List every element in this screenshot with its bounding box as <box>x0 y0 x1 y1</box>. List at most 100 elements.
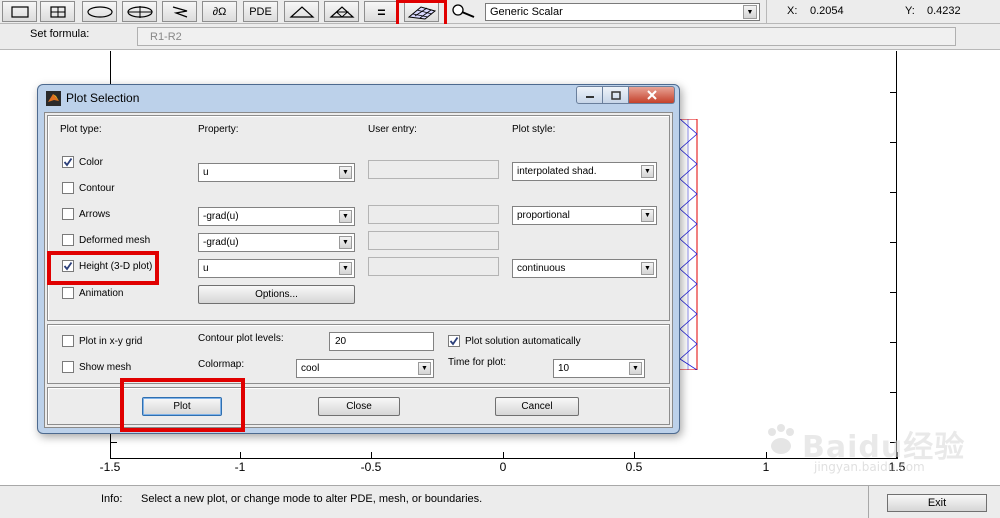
solve-tool[interactable]: = <box>364 1 399 22</box>
maximize-button[interactable] <box>603 86 629 104</box>
boundary-tool[interactable]: ∂Ω <box>202 1 237 22</box>
color-property-select[interactable]: u ▼ <box>198 163 355 182</box>
x-tick-label: -1 <box>234 460 246 474</box>
time-for-plot-select[interactable]: 10 ▼ <box>553 359 645 378</box>
dialog-titlebar[interactable]: Plot Selection <box>38 85 679 111</box>
formula-input[interactable]: R1-R2 <box>137 27 956 46</box>
show-mesh-checkbox-row[interactable]: Show mesh <box>62 361 131 373</box>
rectangle-tool[interactable] <box>2 1 37 22</box>
paw-icon <box>768 424 794 454</box>
color-label: Color <box>79 156 103 168</box>
chevron-down-icon[interactable]: ▼ <box>629 362 642 375</box>
height-property-select[interactable]: u ▼ <box>198 259 355 278</box>
refined-triangle-icon <box>328 5 355 18</box>
color-checkbox[interactable] <box>62 156 74 168</box>
height-style-value: continuous <box>517 263 566 274</box>
ellipse-centered-tool[interactable] <box>122 1 157 22</box>
application-mode-select[interactable]: Generic Scalar ▼ <box>485 3 760 21</box>
deformed-mesh-user-entry[interactable] <box>368 231 499 250</box>
color-style-select[interactable]: interpolated shad. ▼ <box>512 162 657 181</box>
x-tick <box>240 452 241 458</box>
plot-button-highlight <box>120 378 245 432</box>
chevron-down-icon[interactable]: ▼ <box>418 362 431 375</box>
deformed-mesh-property-value: -grad(u) <box>203 237 239 248</box>
chevron-down-icon[interactable]: ▼ <box>339 262 352 275</box>
x-coordinate-label: X: <box>787 5 798 17</box>
chevron-down-icon[interactable]: ▼ <box>339 166 352 179</box>
rectangle-centered-icon <box>49 5 66 18</box>
exit-button[interactable]: Exit <box>887 494 987 512</box>
options-button[interactable]: Options... <box>198 285 355 304</box>
deformed-mesh-property-select[interactable]: -grad(u) ▼ <box>198 233 355 252</box>
watermark: Baidu经验 jingyan.baidu.com <box>762 418 990 488</box>
time-for-plot-value: 10 <box>558 363 570 374</box>
auto-plot-label: Plot solution automatically <box>465 335 581 347</box>
arrows-style-select[interactable]: proportional ▼ <box>512 206 657 225</box>
arrows-property-select[interactable]: -grad(u) ▼ <box>198 207 355 226</box>
colormap-select[interactable]: cool ▼ <box>296 359 434 378</box>
chevron-down-icon[interactable]: ▼ <box>641 262 654 275</box>
contour-levels-input[interactable]: 20 <box>329 332 434 351</box>
show-mesh-label: Show mesh <box>79 361 132 373</box>
y-tick <box>890 242 896 243</box>
checkmark-icon <box>449 336 459 346</box>
plot-type-header: Plot type: <box>60 124 102 135</box>
arrows-label: Arrows <box>79 208 111 220</box>
rectangle-centered-tool[interactable] <box>40 1 75 22</box>
contour-levels-label: Contour plot levels: <box>198 333 284 344</box>
animation-checkbox-row[interactable]: Animation <box>62 287 123 299</box>
contour-checkbox-row[interactable]: Contour <box>62 182 115 194</box>
plot-in-grid-checkbox-row[interactable]: Plot in x-y grid <box>62 335 142 347</box>
color-style-value: interpolated shad. <box>517 166 597 177</box>
deformed-mesh-checkbox-row[interactable]: Deformed mesh <box>62 234 150 246</box>
info-text: Select a new plot, or change mode to alt… <box>141 493 483 505</box>
arrows-checkbox-row[interactable]: Arrows <box>62 208 110 220</box>
chevron-down-icon[interactable]: ▼ <box>339 236 352 249</box>
chevron-down-icon[interactable]: ▼ <box>743 5 757 19</box>
polygon-icon <box>172 5 187 18</box>
init-mesh-tool[interactable] <box>284 1 319 22</box>
deformed-mesh-checkbox[interactable] <box>62 234 74 246</box>
auto-plot-checkbox[interactable] <box>448 335 460 347</box>
auto-plot-checkbox-row[interactable]: Plot solution automatically <box>448 335 581 347</box>
chevron-down-icon[interactable]: ▼ <box>641 165 654 178</box>
y-tick <box>890 192 896 193</box>
color-user-entry[interactable] <box>368 160 499 179</box>
polygon-tool[interactable] <box>162 1 197 22</box>
x-tick-label: -0.5 <box>360 460 382 474</box>
close-window-button[interactable] <box>629 86 675 104</box>
color-checkbox-row[interactable]: Color <box>62 156 103 168</box>
chevron-down-icon[interactable]: ▼ <box>641 209 654 222</box>
colormap-label: Colormap: <box>198 359 245 370</box>
ellipse-tool[interactable] <box>82 1 117 22</box>
plot-style-header: Plot style: <box>512 124 556 135</box>
divider <box>766 0 767 24</box>
ellipse-centered-icon <box>126 5 153 18</box>
x-tick <box>371 452 372 458</box>
animation-checkbox[interactable] <box>62 287 74 299</box>
pde-tool[interactable]: PDE <box>243 1 278 22</box>
y-tick <box>890 292 896 293</box>
zoom-tool[interactable] <box>444 1 479 22</box>
refine-mesh-tool[interactable] <box>324 1 359 22</box>
show-mesh-checkbox[interactable] <box>62 361 74 373</box>
chevron-down-icon[interactable]: ▼ <box>339 210 352 223</box>
close-button[interactable]: Close <box>318 397 400 416</box>
height-option-highlight <box>47 251 159 285</box>
height-user-entry[interactable] <box>368 257 499 276</box>
arrows-user-entry[interactable] <box>368 205 499 224</box>
x-tick <box>110 452 111 458</box>
dialog-title: Plot Selection <box>66 91 140 105</box>
cancel-button[interactable]: Cancel <box>495 397 579 416</box>
plot-in-grid-checkbox[interactable] <box>62 335 74 347</box>
y-coordinate-label: Y: <box>905 5 915 17</box>
maximize-icon <box>610 90 621 100</box>
arrows-checkbox[interactable] <box>62 208 74 220</box>
color-property-value: u <box>203 167 209 178</box>
height-property-value: u <box>203 263 209 274</box>
minimize-button[interactable] <box>576 86 603 104</box>
x-tick-label: 0.5 <box>625 460 643 474</box>
contour-checkbox[interactable] <box>62 182 74 194</box>
arrows-style-value: proportional <box>517 210 570 221</box>
height-style-select[interactable]: continuous ▼ <box>512 259 657 278</box>
